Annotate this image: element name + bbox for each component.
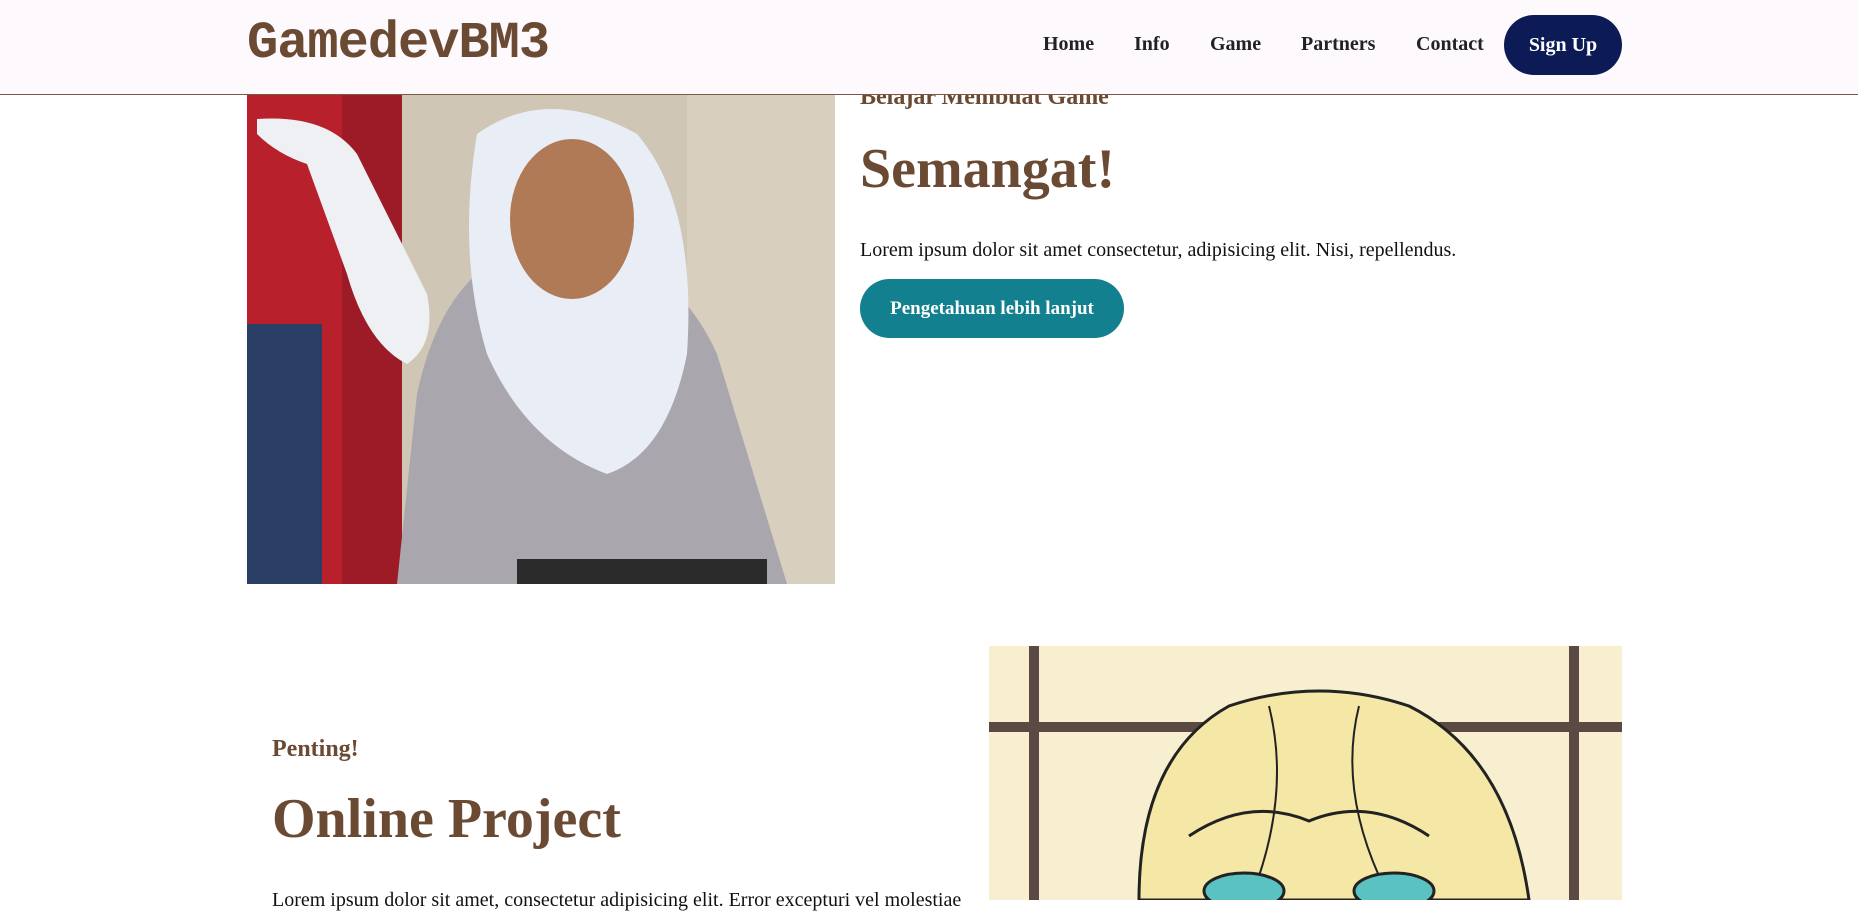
site-header: GamedevBM3 Home Info Game Partners Conta… xyxy=(0,0,1858,95)
nav-partners-link[interactable]: Partners xyxy=(1301,30,1375,58)
hero-title: Semangat! xyxy=(860,138,1116,200)
project-title: Online Project xyxy=(272,788,621,850)
nav-game-link[interactable]: Game xyxy=(1210,30,1261,58)
project-paragraph: Lorem ipsum dolor sit amet, consectetur … xyxy=(272,889,962,911)
hero-paragraph: Lorem ipsum dolor sit amet consectetur, … xyxy=(860,239,1457,261)
project-kicker: Penting! xyxy=(272,736,359,762)
nav-contact-link[interactable]: Contact xyxy=(1416,30,1484,58)
hero-photo xyxy=(247,94,835,584)
anime-illustration xyxy=(989,646,1622,900)
sign-up-button[interactable]: Sign Up xyxy=(1504,15,1622,75)
site-logo[interactable]: GamedevBM3 xyxy=(247,14,550,74)
nav-home-link[interactable]: Home xyxy=(1043,30,1094,58)
nav-info-link[interactable]: Info xyxy=(1134,30,1170,58)
learn-more-button[interactable]: Pengetahuan lebih lanjut xyxy=(860,279,1124,338)
